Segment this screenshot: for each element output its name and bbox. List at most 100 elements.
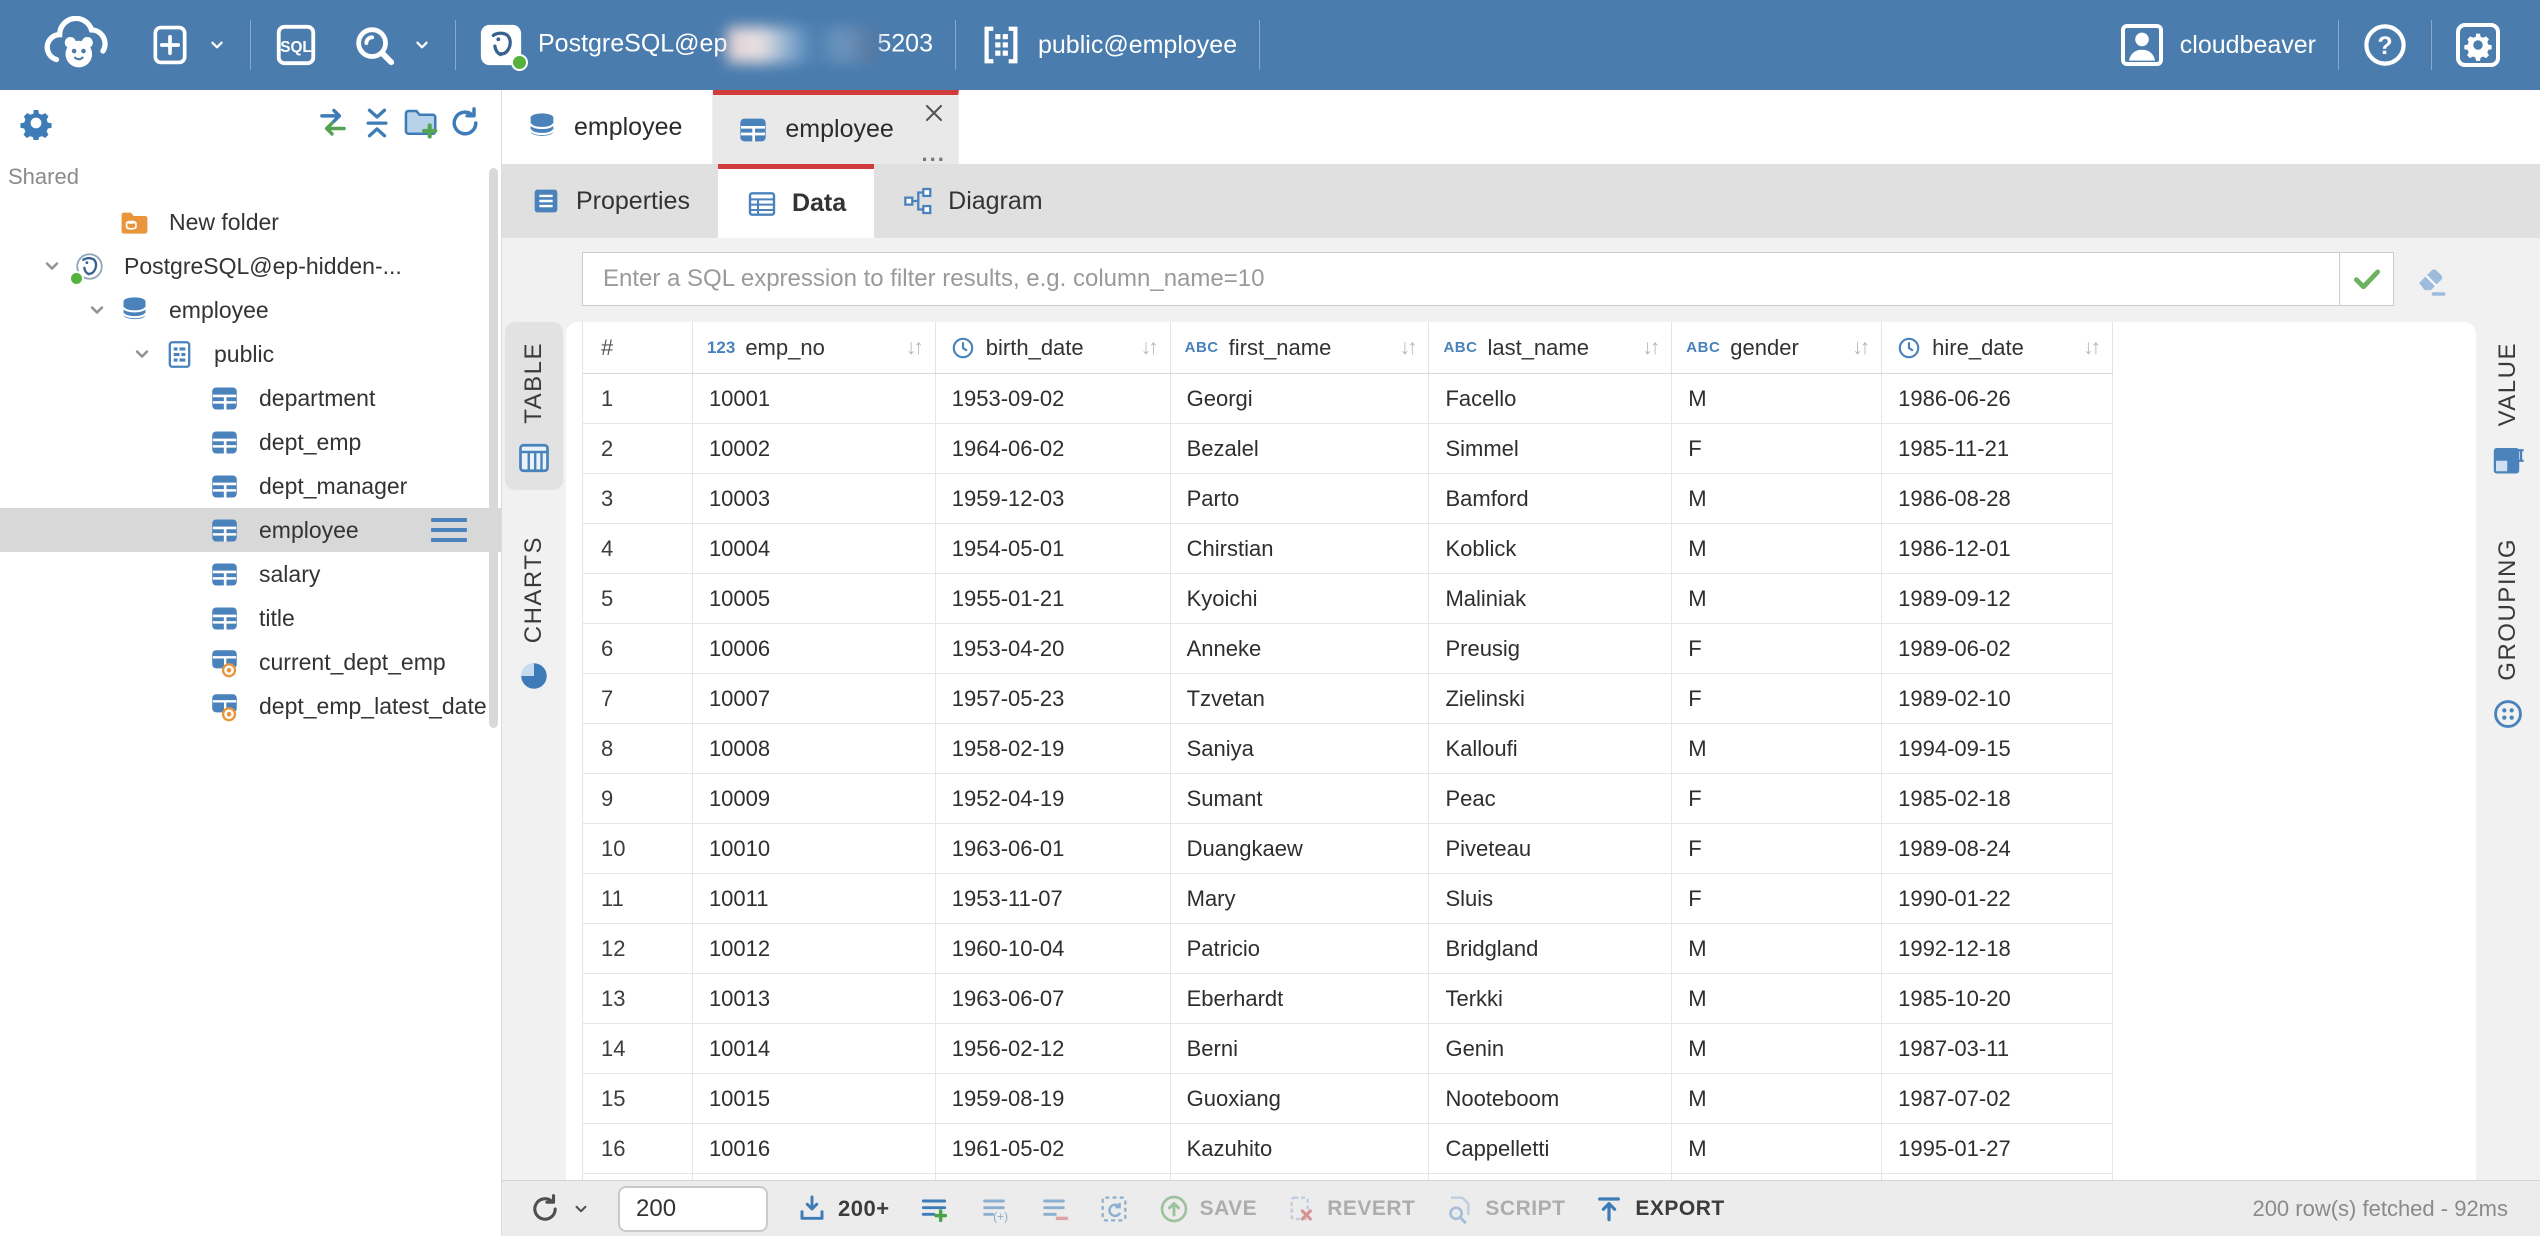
refresh-data-button[interactable] [528, 1192, 590, 1226]
grid-cell[interactable]: 10008 [693, 724, 936, 773]
row-number-cell[interactable]: 14 [583, 1024, 693, 1073]
grid-cell[interactable]: 1987-07-02 [1882, 1074, 2113, 1123]
grid-cell[interactable]: M [1672, 924, 1882, 973]
grid-cell[interactable]: Bridgland [1429, 924, 1672, 973]
grid-cell[interactable]: Preusig [1429, 624, 1672, 673]
row-number-cell[interactable]: 12 [583, 924, 693, 973]
grid-cell[interactable]: Koblick [1429, 524, 1672, 573]
schema-selector[interactable]: public@employee [962, 0, 1253, 90]
tab-properties[interactable]: Properties [502, 164, 718, 238]
navigator-settings-button[interactable] [14, 101, 58, 145]
rail-tab-grouping[interactable]: GROUPING [2479, 518, 2537, 745]
grid-cell[interactable]: Sluis [1429, 874, 1672, 923]
grid-cell[interactable]: 10015 [693, 1074, 936, 1123]
duplicate-row-button[interactable]: (+) [978, 1193, 1010, 1225]
grid-cell[interactable]: 10002 [693, 424, 936, 473]
tools-button[interactable] [335, 0, 449, 90]
grid-cell[interactable]: 1989-06-02 [1882, 624, 2113, 673]
grid-cell[interactable]: 10005 [693, 574, 936, 623]
grid-cell[interactable]: 1989-08-24 [1882, 824, 2113, 873]
grid-cell[interactable]: 1957-05-23 [936, 674, 1171, 723]
column-header-first_name[interactable]: ABCfirst_name↓↑ [1171, 322, 1430, 373]
grid-cell[interactable]: 1995-01-27 [1882, 1124, 2113, 1173]
grid-cell[interactable]: 10011 [693, 874, 936, 923]
tree-item-current_dept_emp[interactable]: current_dept_emp [0, 640, 501, 684]
grid-cell[interactable]: Kazuhito [1171, 1124, 1430, 1173]
grid-cell[interactable]: 10010 [693, 824, 936, 873]
grid-cell[interactable]: 1956-02-12 [936, 1024, 1171, 1073]
column-header-last_name[interactable]: ABClast_name↓↑ [1429, 322, 1672, 373]
grid-cell[interactable]: Kyoichi [1171, 574, 1430, 623]
grid-cell[interactable]: Bamford [1429, 474, 1672, 523]
save-button[interactable]: SAVE [1158, 1193, 1258, 1225]
rail-tab-table[interactable]: TABLE [505, 322, 563, 490]
grid-cell[interactable]: 10003 [693, 474, 936, 523]
grid-cell[interactable]: Georgi [1171, 374, 1430, 423]
apply-filter-button[interactable] [2339, 253, 2393, 305]
expander-chevron-icon[interactable] [119, 342, 164, 366]
row-number-cell[interactable]: 8 [583, 724, 693, 773]
grid-cell[interactable]: 10001 [693, 374, 936, 423]
grid-cell[interactable]: 1963-06-07 [936, 974, 1171, 1023]
column-header-gender[interactable]: ABCgender↓↑ [1672, 322, 1882, 373]
tab-overflow-dots[interactable]: ... [921, 144, 945, 164]
sort-icon[interactable]: ↓↑ [1638, 336, 1657, 360]
grid-cell[interactable]: 1955-01-21 [936, 574, 1171, 623]
add-row-button[interactable] [918, 1193, 950, 1225]
grid-cell[interactable]: F [1672, 874, 1882, 923]
tree-item-dept_manager[interactable]: dept_manager [0, 464, 501, 508]
grid-cell[interactable]: Berni [1171, 1024, 1430, 1073]
grid-cell[interactable]: Sumant [1171, 774, 1430, 823]
grid-cell[interactable]: Eberhardt [1171, 974, 1430, 1023]
grid-cell[interactable]: 1959-12-03 [936, 474, 1171, 523]
grid-cell[interactable]: Anneke [1171, 624, 1430, 673]
tree-item-public[interactable]: public [0, 332, 501, 376]
expander-chevron-icon[interactable] [74, 298, 119, 322]
grid-cell[interactable]: 1989-09-12 [1882, 574, 2113, 623]
grid-cell[interactable]: 1992-12-18 [1882, 924, 2113, 973]
grid-cell[interactable]: Cappelletti [1429, 1124, 1672, 1173]
tree-item-dept_emp_latest_date[interactable]: dept_emp_latest_date [0, 684, 501, 728]
grid-cell[interactable]: 1986-08-28 [1882, 474, 2113, 523]
grid-cell[interactable]: Zielinski [1429, 674, 1672, 723]
row-number-cell[interactable]: 9 [583, 774, 693, 823]
grid-cell[interactable]: M [1672, 1074, 1882, 1123]
grid-cell[interactable]: Terkki [1429, 974, 1672, 1023]
grid-cell[interactable]: Patricio [1171, 924, 1430, 973]
grid-cell[interactable]: Bezalel [1171, 424, 1430, 473]
grid-cell[interactable]: 1987-03-11 [1882, 1024, 2113, 1073]
grid-cell[interactable]: M [1672, 374, 1882, 423]
sort-icon[interactable]: ↓↑ [1395, 336, 1414, 360]
sort-icon[interactable]: ↓↑ [1137, 336, 1156, 360]
tree-item-menu-icon[interactable] [431, 518, 467, 542]
tree-item-title[interactable]: title [0, 596, 501, 640]
grid-cell[interactable]: 1985-10-20 [1882, 974, 2113, 1023]
grid-cell[interactable]: 1954-05-01 [936, 524, 1171, 573]
grid-cell[interactable]: F [1672, 774, 1882, 823]
grid-cell[interactable]: F [1672, 824, 1882, 873]
grid-cell[interactable]: Kalloufi [1429, 724, 1672, 773]
grid-cell[interactable]: 1959-08-19 [936, 1074, 1171, 1123]
new-object-button[interactable] [132, 0, 244, 90]
grid-cell[interactable]: Genin [1429, 1024, 1672, 1073]
grid-cell[interactable]: 1953-04-20 [936, 624, 1171, 673]
tab-data[interactable]: Data [718, 164, 874, 238]
grid-cell[interactable]: 1958-02-19 [936, 724, 1171, 773]
delete-row-button[interactable] [1038, 1193, 1070, 1225]
grid-cell[interactable]: M [1672, 574, 1882, 623]
sync-connection-button[interactable] [311, 101, 355, 145]
sidebar-scrollbar[interactable] [489, 168, 498, 728]
tree-item-department[interactable]: department [0, 376, 501, 420]
grid-cell[interactable]: M [1672, 474, 1882, 523]
clear-filter-button[interactable] [2410, 258, 2452, 300]
row-number-cell[interactable]: 3 [583, 474, 693, 523]
connection-selector[interactable]: PostgreSQL@ep5203 [462, 0, 949, 90]
tab-diagram[interactable]: Diagram [874, 164, 1070, 238]
grid-cell[interactable]: 10013 [693, 974, 936, 1023]
collapse-all-button[interactable] [355, 101, 399, 145]
new-folder-button[interactable] [399, 101, 443, 145]
tab-employee-data[interactable]: employee ... [713, 90, 958, 164]
sort-icon[interactable]: ↓↑ [1848, 336, 1867, 360]
grid-cell[interactable]: 10004 [693, 524, 936, 573]
grid-cell[interactable]: M [1672, 524, 1882, 573]
